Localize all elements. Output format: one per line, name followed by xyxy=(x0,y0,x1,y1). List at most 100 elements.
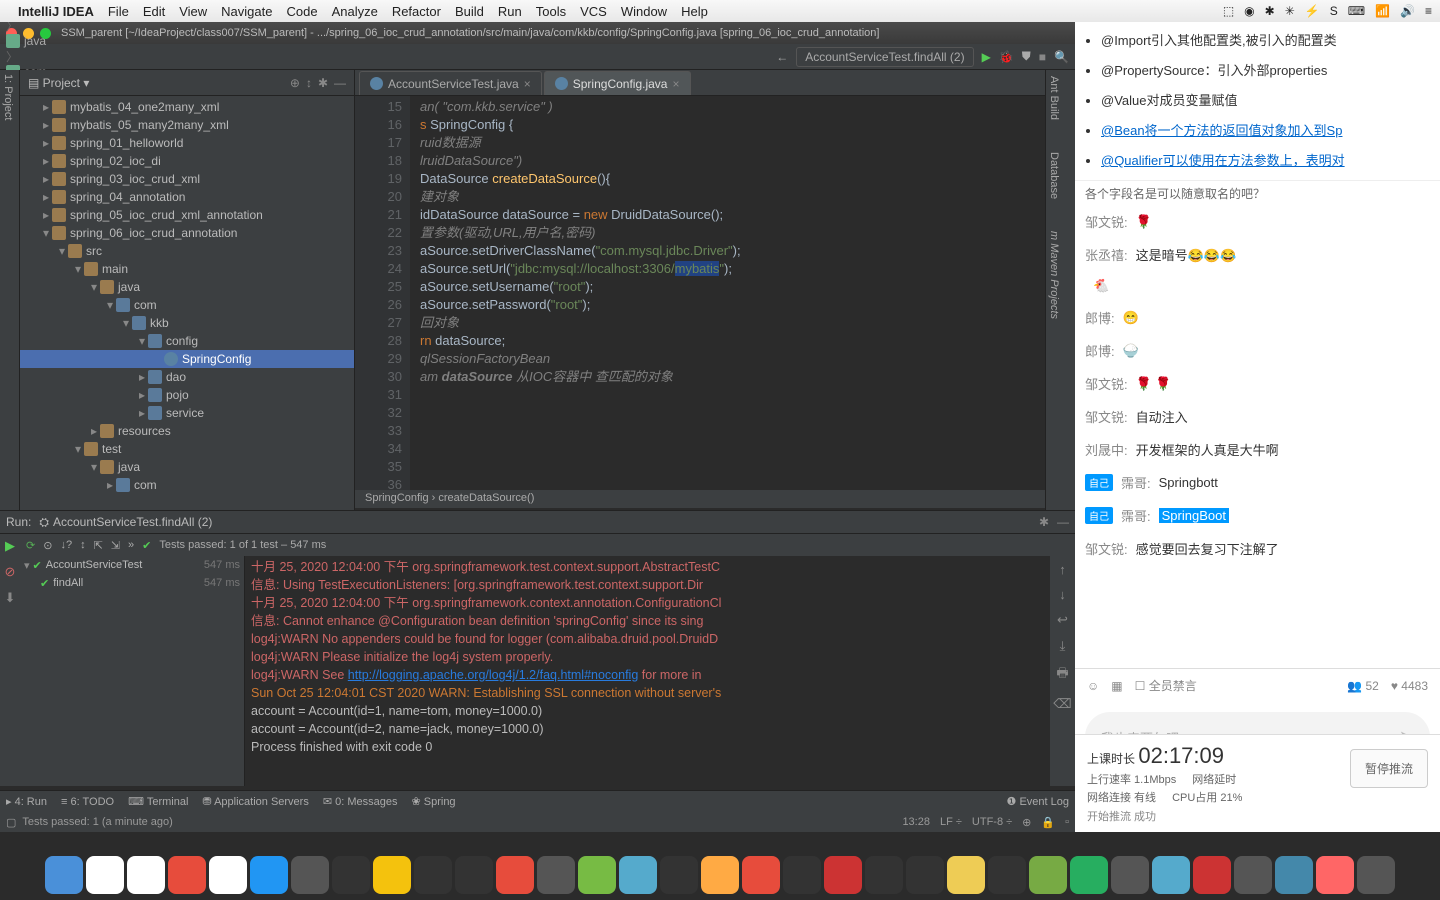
print-icon[interactable]: 🖶 xyxy=(1056,664,1068,686)
dock-app-icon[interactable] xyxy=(414,856,452,894)
tree-node[interactable]: ▾src xyxy=(20,242,354,260)
dock-app-icon[interactable] xyxy=(947,856,985,894)
dock-app-icon[interactable] xyxy=(619,856,657,894)
bottom-tab[interactable]: ⌨ Terminal xyxy=(128,795,188,808)
tree-node[interactable]: ▸mybatis_04_one2many_xml xyxy=(20,98,354,116)
status-item[interactable]: 🔒 xyxy=(1041,816,1055,829)
tree-node[interactable]: ▾spring_06_ioc_crud_annotation xyxy=(20,224,354,242)
menubar-status-icon[interactable]: ⌨ xyxy=(1348,4,1365,18)
run-hide-icon[interactable]: — xyxy=(1057,515,1069,529)
outline-item[interactable]: @Qualifier可以使用在方法参数上，表明对 xyxy=(1101,146,1430,176)
menu-view[interactable]: View xyxy=(179,4,207,19)
tree-node[interactable]: ▸resources xyxy=(20,422,354,440)
dock-app-icon[interactable] xyxy=(742,856,780,894)
tree-node[interactable]: ▾kkb xyxy=(20,314,354,332)
expand-icon[interactable]: ⇱ xyxy=(94,539,103,552)
tree-node[interactable]: ▾java xyxy=(20,458,354,476)
outline-item[interactable]: @Value对成员变量赋值 xyxy=(1101,86,1430,116)
tree-node[interactable]: ▸com xyxy=(20,476,354,494)
collapse-icon[interactable]: ⇲ xyxy=(111,539,120,552)
menubar-status-icon[interactable]: ⬚ xyxy=(1223,4,1234,18)
outline-item[interactable]: @Bean将一个方法的返回值对象加入到Sp xyxy=(1101,116,1430,146)
tree-node[interactable]: ▸mybatis_05_many2many_xml xyxy=(20,116,354,134)
tree-node[interactable]: SpringConfig xyxy=(20,350,354,368)
app-name[interactable]: IntelliJ IDEA xyxy=(18,4,94,19)
tree-node[interactable]: ▸pojo xyxy=(20,386,354,404)
scroll-icon[interactable]: ⤓ xyxy=(1060,638,1066,654)
clear-icon[interactable]: ⌫ xyxy=(1053,696,1071,712)
dock-app-icon[interactable] xyxy=(1193,856,1231,894)
menubar-status-icon[interactable]: ✳ xyxy=(1285,4,1295,18)
test-node[interactable]: ▾✔AccountServiceTest547 ms xyxy=(20,556,244,574)
menu-help[interactable]: Help xyxy=(681,4,708,19)
console-output[interactable]: 十月 25, 2020 12:04:00 下午 org.springframew… xyxy=(245,556,1050,786)
menu-analyze[interactable]: Analyze xyxy=(332,4,378,19)
menubar-status-icon[interactable]: 📶 xyxy=(1375,4,1390,18)
dock-app-icon[interactable] xyxy=(45,856,83,894)
settings-icon[interactable]: ✱ xyxy=(318,76,328,90)
tree-node[interactable]: ▸spring_04_annotation xyxy=(20,188,354,206)
tree-node[interactable]: ▸dao xyxy=(20,368,354,386)
menu-build[interactable]: Build xyxy=(455,4,484,19)
image-icon[interactable]: ▦ xyxy=(1111,679,1122,693)
menu-code[interactable]: Code xyxy=(286,4,317,19)
test-tree[interactable]: ▾✔AccountServiceTest547 ms✔findAll547 ms xyxy=(20,556,245,786)
menubar-status-icon[interactable]: S xyxy=(1330,4,1338,18)
project-dropdown[interactable]: ▤ Project ▾ xyxy=(28,76,89,90)
code-editor[interactable]: 1516171819202122232425262728293031323334… xyxy=(355,96,1045,506)
right-tool-stripe[interactable]: Ant Build Database m Maven Projects xyxy=(1045,70,1075,515)
up-icon[interactable]: ↑ xyxy=(1059,562,1066,577)
dock-app-icon[interactable] xyxy=(1316,856,1354,894)
editor-breadcrumb[interactable]: SpringConfig › createDataSource() xyxy=(355,490,1045,508)
dock-app-icon[interactable] xyxy=(291,856,329,894)
stop-button[interactable]: ■ xyxy=(1039,50,1046,64)
more-icon[interactable]: » xyxy=(128,539,134,551)
pause-stream-button[interactable]: 暂停推流 xyxy=(1350,749,1428,788)
stop-icon[interactable]: ⊘ xyxy=(5,564,16,580)
collapse-icon[interactable]: ⊕ xyxy=(290,76,300,90)
dock-app-icon[interactable] xyxy=(701,856,739,894)
menu-file[interactable]: File xyxy=(108,4,129,19)
sort-icon[interactable]: ↓? xyxy=(60,539,72,551)
menubar-status-icon[interactable]: ≡ xyxy=(1425,4,1432,18)
dock-app-icon[interactable] xyxy=(86,856,124,894)
dock-app-icon[interactable] xyxy=(455,856,493,894)
bottom-tab[interactable]: ✉ 0: Messages xyxy=(323,795,398,808)
dock-app-icon[interactable] xyxy=(209,856,247,894)
editor-tab[interactable]: SpringConfig.java × xyxy=(544,71,691,95)
dock-app-icon[interactable] xyxy=(496,856,534,894)
tree-node[interactable]: ▾main xyxy=(20,260,354,278)
dump-icon[interactable]: ⬇ xyxy=(5,590,16,606)
tree-node[interactable]: ▸spring_03_ioc_crud_xml xyxy=(20,170,354,188)
run-config-dropdown[interactable]: AccountServiceTest.findAll (2) xyxy=(796,47,973,67)
menubar-status-icon[interactable]: ⚡ xyxy=(1305,4,1320,18)
run-config-label[interactable]: ⛭ AccountServiceTest.findAll (2) xyxy=(39,515,212,530)
menubar-status-icon[interactable]: ◉ xyxy=(1244,4,1254,18)
bottom-tab[interactable]: ≡ 6: TODO xyxy=(61,796,114,808)
menubar-status-icon[interactable]: ✱ xyxy=(1265,4,1275,18)
menu-refactor[interactable]: Refactor xyxy=(392,4,441,19)
dock-app-icon[interactable] xyxy=(783,856,821,894)
rerun-icon[interactable]: ⟳ xyxy=(26,539,35,552)
dock-app-icon[interactable] xyxy=(578,856,616,894)
down-icon[interactable]: ↓ xyxy=(1059,587,1066,602)
dock-app-icon[interactable] xyxy=(1070,856,1108,894)
tree-node[interactable]: ▾com xyxy=(20,296,354,314)
run-settings-icon[interactable]: ✱ xyxy=(1039,515,1049,529)
dock-app-icon[interactable] xyxy=(1234,856,1272,894)
tree-node[interactable]: ▸spring_01_helloworld xyxy=(20,134,354,152)
menu-run[interactable]: Run xyxy=(498,4,522,19)
run-button[interactable]: ▶ xyxy=(982,50,991,64)
bottom-tab[interactable]: ⛃ Application Servers xyxy=(202,795,308,808)
debug-button[interactable]: 🐞 xyxy=(999,50,1014,64)
dock-app-icon[interactable] xyxy=(988,856,1026,894)
menu-vcs[interactable]: VCS xyxy=(580,4,607,19)
status-item[interactable]: UTF-8 ÷ xyxy=(972,816,1012,829)
rerun-button[interactable]: ▶ xyxy=(5,538,15,554)
filter-icon[interactable]: ↕ xyxy=(80,539,86,551)
dock-app-icon[interactable] xyxy=(332,856,370,894)
tree-node[interactable]: ▾test xyxy=(20,440,354,458)
outline-item[interactable]: @PropertySource：引入外部properties xyxy=(1101,56,1430,86)
menubar-status-icon[interactable]: 🔊 xyxy=(1400,4,1415,18)
status-item[interactable]: ▫ xyxy=(1065,816,1069,829)
